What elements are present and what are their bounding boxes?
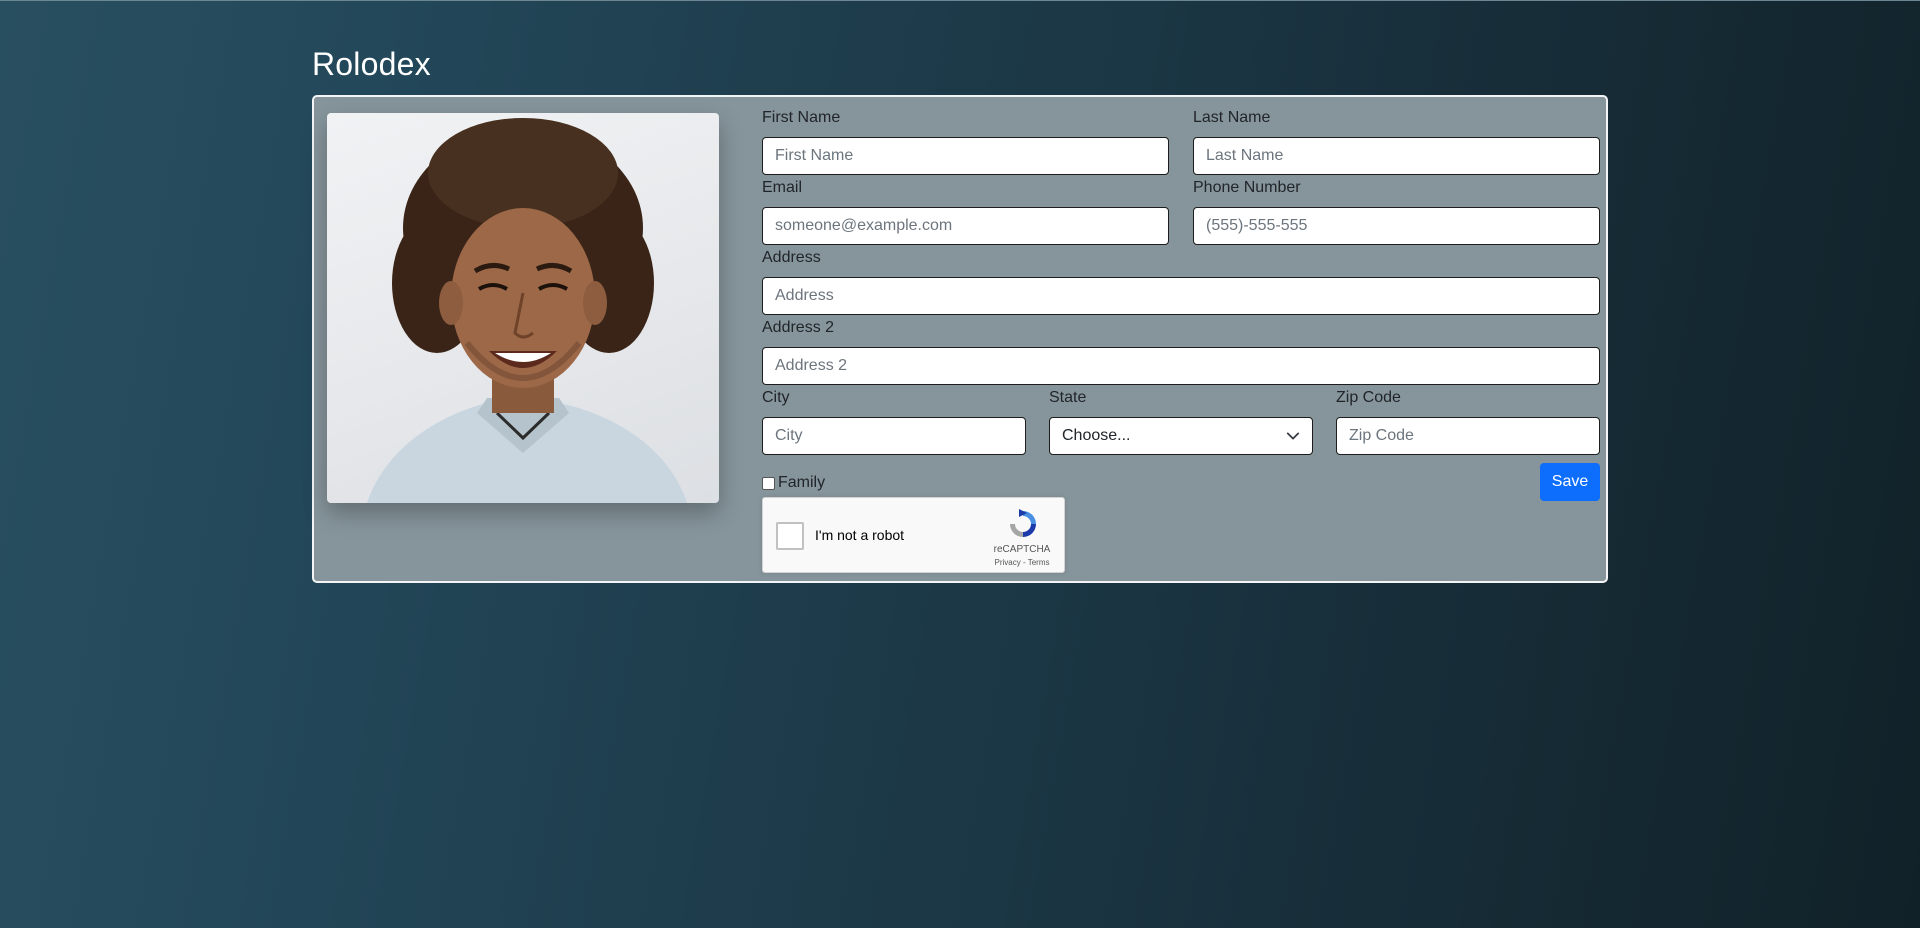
email-label: Email	[762, 179, 803, 196]
recaptcha-widget: I'm not a robot reCAPTCHA Privacy - Term…	[762, 497, 1065, 573]
state-label: State	[1049, 389, 1087, 406]
first-name-label: First Name	[762, 109, 841, 126]
contact-card: First Name Last Name Email Phone Number …	[312, 95, 1608, 583]
first-name-input[interactable]	[762, 137, 1169, 175]
recaptcha-label: I'm not a robot	[815, 527, 905, 543]
contact-photo	[327, 113, 719, 503]
zip-input[interactable]	[1336, 417, 1600, 455]
page-title: Rolodex	[312, 46, 431, 82]
family-label: Family	[778, 474, 826, 491]
email-input[interactable]	[762, 207, 1169, 245]
address-input[interactable]	[762, 277, 1600, 315]
city-input[interactable]	[762, 417, 1026, 455]
top-border-line	[0, 0, 1920, 1]
family-checkbox[interactable]	[762, 476, 775, 490]
state-select[interactable]: Choose...	[1049, 417, 1313, 455]
last-name-input[interactable]	[1193, 137, 1600, 175]
address-label: Address	[762, 249, 821, 266]
recaptcha-links[interactable]: Privacy - Terms	[992, 558, 1052, 567]
city-label: City	[762, 389, 790, 406]
recaptcha-checkbox[interactable]	[776, 522, 804, 550]
address2-label: Address 2	[762, 319, 835, 336]
recaptcha-brand: reCAPTCHA	[993, 544, 1051, 555]
recaptcha-logo-icon	[1010, 509, 1036, 537]
chevron-down-icon	[1286, 432, 1300, 440]
phone-label: Phone Number	[1193, 179, 1301, 196]
address2-input[interactable]	[762, 347, 1600, 385]
family-checkbox-group: Family	[762, 474, 825, 492]
state-select-value: Choose...	[1062, 427, 1131, 444]
save-button[interactable]: Save	[1540, 463, 1600, 501]
last-name-label: Last Name	[1193, 109, 1271, 126]
phone-input[interactable]	[1193, 207, 1600, 245]
zip-label: Zip Code	[1336, 389, 1401, 406]
